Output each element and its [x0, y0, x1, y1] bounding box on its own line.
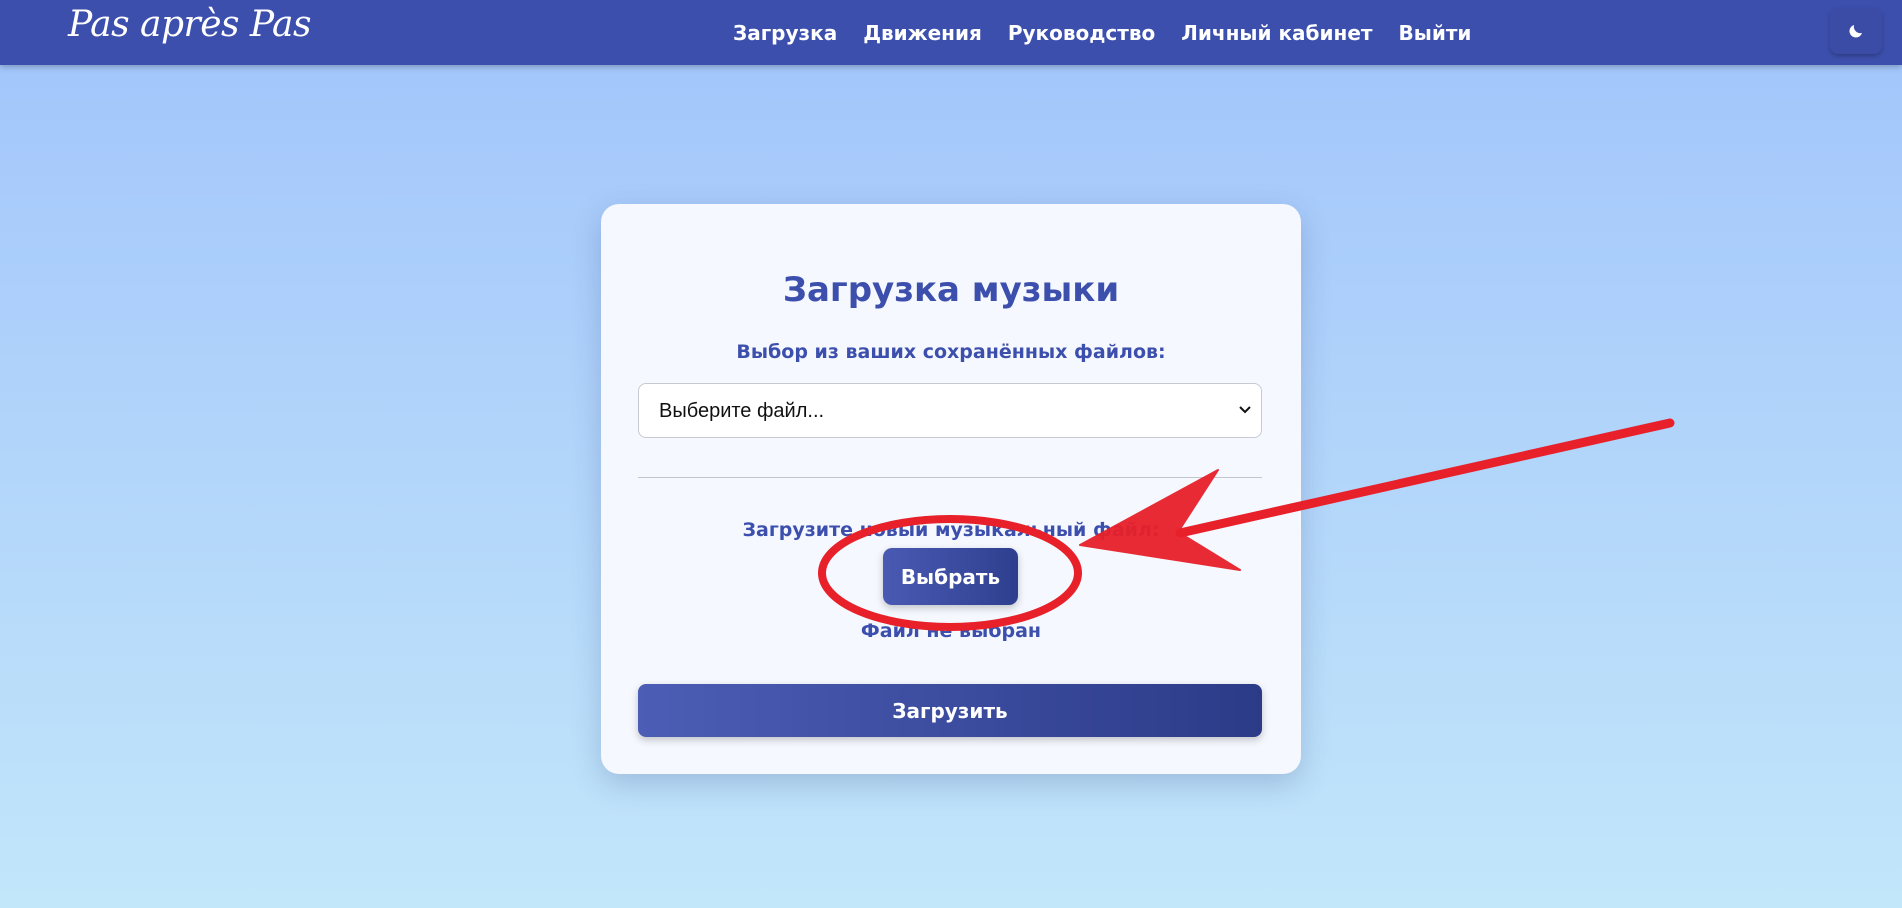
nav-link-logout[interactable]: Выйти — [1399, 21, 1472, 45]
theme-toggle-button[interactable] — [1830, 8, 1882, 54]
chevron-down-icon — [1239, 406, 1251, 414]
new-file-label: Загрузите новый музыкальный файл: — [742, 519, 1160, 541]
choose-file-button[interactable]: Выбрать — [883, 548, 1018, 605]
nav-link-upload[interactable]: Загрузка — [733, 21, 837, 45]
nav-link-moves[interactable]: Движения — [863, 21, 982, 45]
saved-file-select-value: Выберите файл... — [659, 400, 825, 422]
site-logo[interactable]: Pas après Pas — [68, 4, 311, 45]
saved-file-select[interactable]: Выберите файл... — [638, 383, 1262, 438]
section-divider — [638, 477, 1262, 478]
page-title: Загрузка музыки — [782, 270, 1120, 310]
upload-button[interactable]: Загрузить — [638, 684, 1262, 737]
top-navbar: Pas après Pas Загрузка Движения Руководс… — [0, 0, 1902, 65]
no-file-status: Файл не выбран — [860, 620, 1042, 642]
upload-card: Загрузка музыки Выбор из ваших сохранённ… — [601, 204, 1301, 774]
saved-files-label: Выбор из ваших сохранённых файлов: — [736, 341, 1166, 363]
nav-link-account[interactable]: Личный кабинет — [1181, 21, 1372, 45]
nav-link-guide[interactable]: Руководство — [1008, 21, 1155, 45]
main-nav: Загрузка Движения Руководство Личный каб… — [733, 0, 1471, 65]
moon-icon — [1849, 25, 1862, 38]
